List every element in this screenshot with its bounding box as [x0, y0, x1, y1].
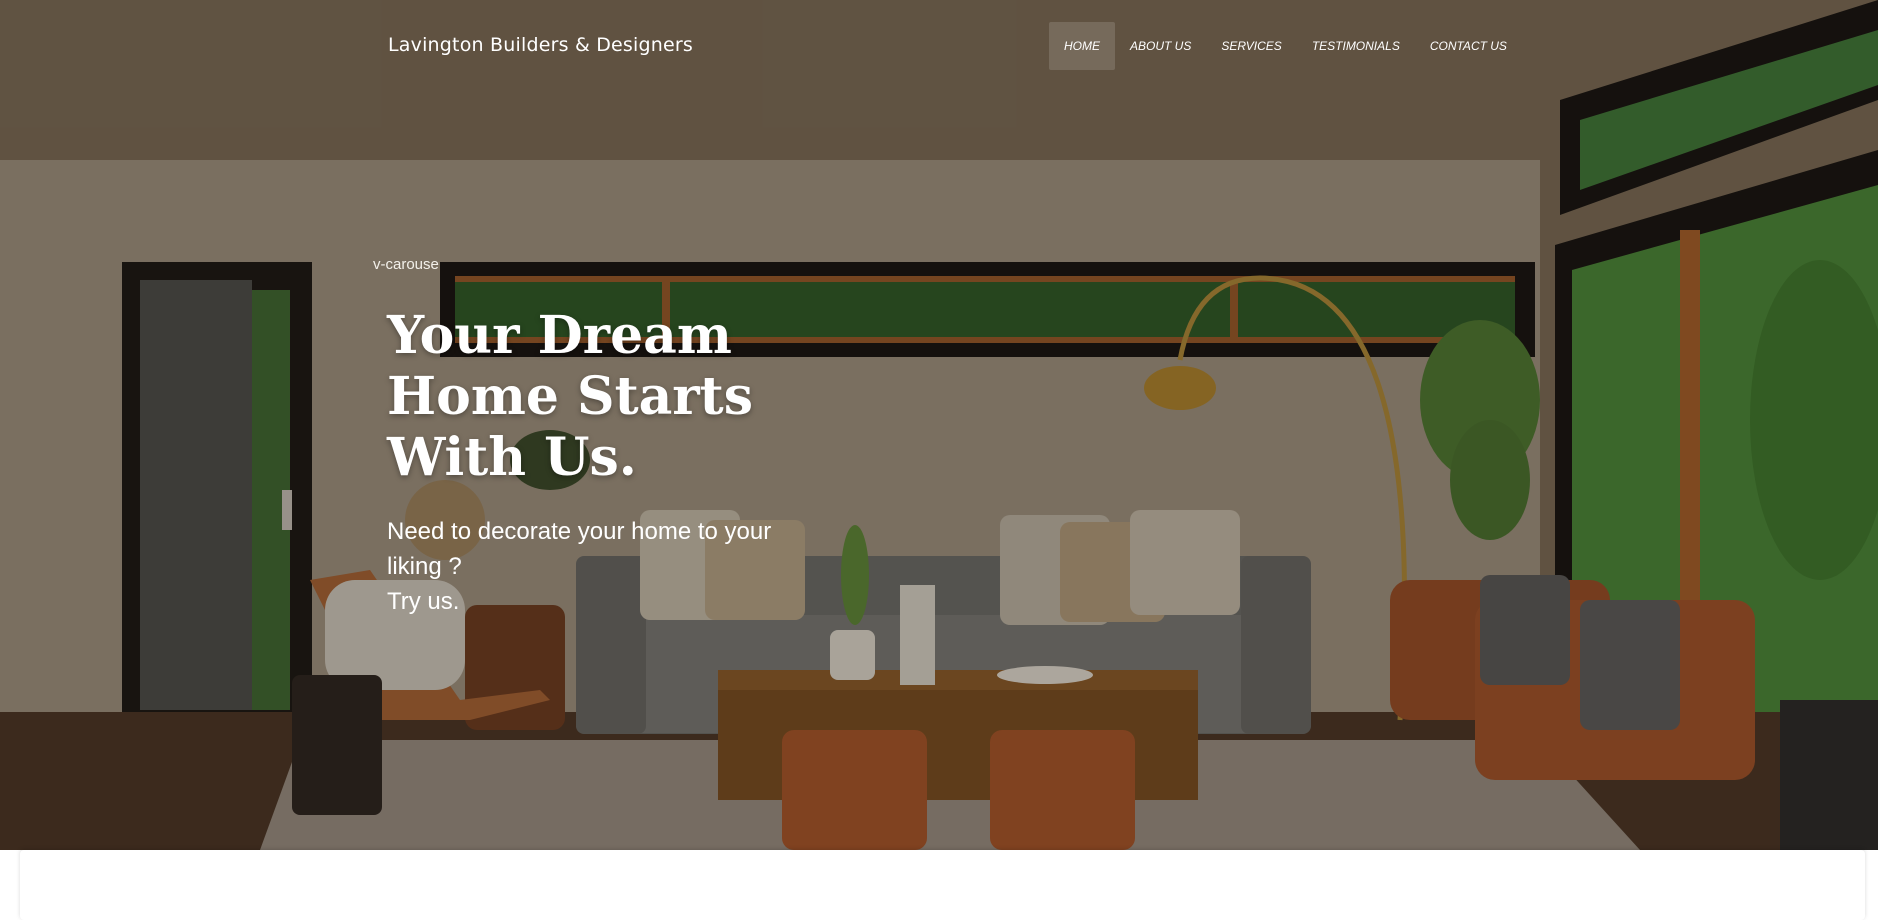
nav-about-us[interactable]: ABOUT US — [1115, 22, 1206, 70]
hero-overlay — [0, 0, 1878, 850]
hero-headline: Your Dream Home Starts With Us. — [387, 305, 753, 488]
main-navigation: HOME ABOUT US SERVICES TESTIMONIALS CONT… — [1049, 22, 1522, 70]
nav-testimonials[interactable]: TESTIMONIALS — [1297, 22, 1415, 70]
nav-home[interactable]: HOME — [1049, 22, 1115, 70]
hero-subtext: Need to decorate your home to your likin… — [387, 514, 807, 619]
hero-carousel: Lavington Builders & Designers HOME ABOU… — [0, 0, 1878, 850]
content-panel — [20, 850, 1865, 920]
nav-services[interactable]: SERVICES — [1206, 22, 1296, 70]
hero-subtext-line-1: Need to decorate your home to your likin… — [387, 518, 772, 580]
brand-logo-text[interactable]: Lavington Builders & Designers — [388, 34, 693, 56]
carousel-label: v-carouse — [373, 256, 439, 273]
hero-subtext-line-2: Try us. — [387, 588, 460, 615]
nav-contact-us[interactable]: CONTACT US — [1415, 22, 1522, 70]
